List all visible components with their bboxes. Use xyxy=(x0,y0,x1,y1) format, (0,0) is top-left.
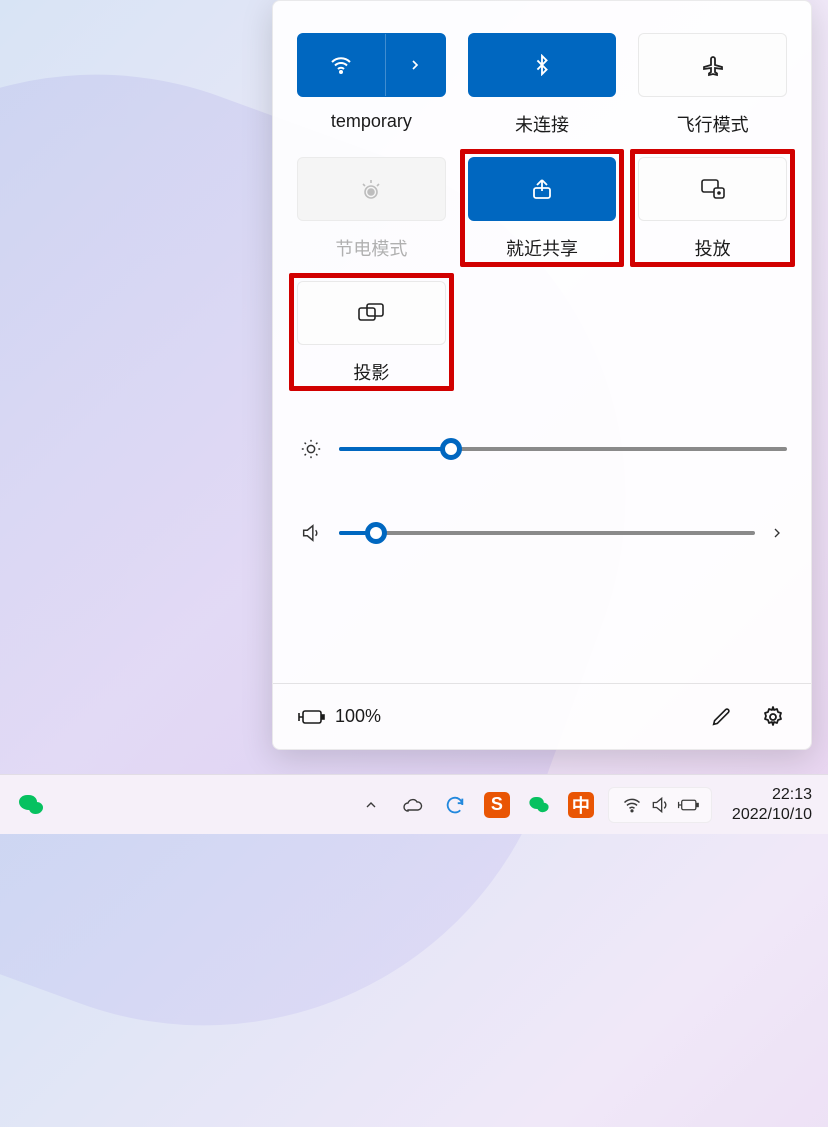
wechat-icon xyxy=(17,793,45,817)
sliders-section xyxy=(297,435,787,683)
tile-battery-saver-wrap: 节电模式 xyxy=(297,157,446,261)
tile-project-wrap: 投影 xyxy=(297,281,446,385)
edit-button[interactable] xyxy=(707,703,735,731)
tile-project-label: 投影 xyxy=(353,359,389,385)
tile-battery-saver xyxy=(297,157,446,221)
tile-bluetooth-wrap: 未连接 xyxy=(468,33,617,137)
wechat-small-icon xyxy=(528,795,550,814)
cast-icon xyxy=(700,178,726,200)
chevron-right-icon xyxy=(407,57,423,73)
volume-expand-button[interactable] xyxy=(769,525,787,541)
settings-button[interactable] xyxy=(759,703,787,731)
clock-date: 2022/10/10 xyxy=(732,805,812,825)
tile-cast-wrap: 投放 xyxy=(638,157,787,261)
tray-overflow-button[interactable] xyxy=(356,790,386,820)
tile-bluetooth[interactable] xyxy=(468,33,617,97)
tile-airplane-label: 飞行模式 xyxy=(677,111,749,137)
tile-nearby-share-label: 就近共享 xyxy=(506,235,578,261)
sogou-ime-icon: 中 xyxy=(568,792,594,818)
tile-wifi[interactable] xyxy=(297,33,446,97)
airplane-icon xyxy=(701,53,725,77)
wifi-icon xyxy=(329,53,353,77)
tile-project[interactable] xyxy=(297,281,446,345)
brightness-row xyxy=(297,435,787,463)
tile-nearby-share[interactable] xyxy=(468,157,617,221)
taskbar: S 中 22:13 2022/10/10 xyxy=(0,774,828,834)
taskbar-wechat[interactable] xyxy=(16,790,46,820)
tile-wifi-label: temporary xyxy=(331,111,412,132)
volume-icon xyxy=(297,519,325,547)
tray-battery-icon xyxy=(677,794,699,816)
battery-charging-icon[interactable] xyxy=(297,707,325,727)
tile-bluetooth-label: 未连接 xyxy=(515,111,569,137)
tile-wifi-expand[interactable] xyxy=(386,34,445,96)
sogou-icon: S xyxy=(484,792,510,818)
chevron-up-icon xyxy=(363,797,379,813)
tray-quick-settings[interactable] xyxy=(608,787,712,823)
brightness-fill xyxy=(339,447,451,451)
project-icon xyxy=(357,302,385,324)
gear-icon xyxy=(761,705,785,729)
sync-icon xyxy=(444,794,466,816)
volume-row xyxy=(297,519,787,547)
tile-nearby-share-wrap: 就近共享 xyxy=(468,157,617,261)
pencil-icon xyxy=(710,706,732,728)
tile-wifi-wrap: temporary xyxy=(297,33,446,137)
brightness-slider[interactable] xyxy=(339,447,787,451)
tray-sync[interactable] xyxy=(440,790,470,820)
tile-wifi-toggle[interactable] xyxy=(298,34,386,96)
tile-cast-label: 投放 xyxy=(695,235,731,261)
tray-onedrive[interactable] xyxy=(398,790,428,820)
cloud-icon xyxy=(402,797,424,813)
volume-thumb[interactable] xyxy=(365,522,387,544)
share-icon xyxy=(530,177,554,201)
tray-sogou-1[interactable]: S xyxy=(482,790,512,820)
tray-wechat-small[interactable] xyxy=(524,790,554,820)
battery-saver-icon xyxy=(357,178,385,200)
tray-sogou-2[interactable]: 中 xyxy=(566,790,596,820)
quick-settings-tiles: temporary 未连接 飞行模式 节电模式 就近共享 xyxy=(297,25,787,405)
quick-settings-panel: temporary 未连接 飞行模式 节电模式 就近共享 xyxy=(272,0,812,750)
panel-footer: 100% xyxy=(273,683,811,749)
clock-time: 22:13 xyxy=(732,785,812,805)
brightness-thumb[interactable] xyxy=(440,438,462,460)
volume-slider[interactable] xyxy=(339,531,755,535)
bluetooth-icon xyxy=(531,54,553,76)
taskbar-clock[interactable]: 22:13 2022/10/10 xyxy=(728,781,816,829)
tray-wifi-icon xyxy=(621,794,643,816)
tile-battery-saver-label: 节电模式 xyxy=(335,235,407,261)
tile-cast[interactable] xyxy=(638,157,787,221)
battery-percent-text: 100% xyxy=(335,706,381,727)
tile-airplane[interactable] xyxy=(638,33,787,97)
tile-airplane-wrap: 飞行模式 xyxy=(638,33,787,137)
brightness-icon xyxy=(297,435,325,463)
tray-volume-icon xyxy=(649,794,671,816)
